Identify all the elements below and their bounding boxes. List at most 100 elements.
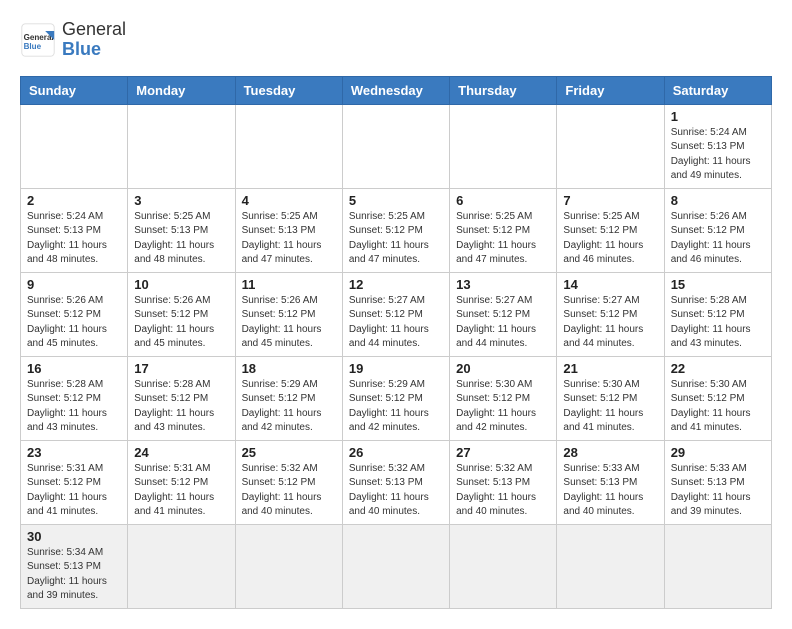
day-number: 16 (27, 361, 121, 376)
week-row-2: 2Sunrise: 5:24 AMSunset: 5:13 PMDaylight… (21, 188, 772, 272)
week-row-1: 1 Sunrise: 5:24 AMSunset: 5:13 PMDaylight… (21, 104, 772, 188)
weekday-header-monday: Monday (128, 76, 235, 104)
day-number: 24 (134, 445, 228, 460)
day-number: 12 (349, 277, 443, 292)
calendar-cell: 18 Sunrise: 5:29 AMSunset: 5:12 PMDayligh… (235, 356, 342, 440)
day-number: 30 (27, 529, 121, 544)
calendar-cell: 24 Sunrise: 5:31 AMSunset: 5:12 PMDayligh… (128, 440, 235, 524)
day-number: 22 (671, 361, 765, 376)
day-info: Sunrise: 5:28 AMSunset: 5:12 PMDaylight:… (134, 378, 228, 436)
calendar-cell: 26 Sunrise: 5:32 AMSunset: 5:13 PMDayligh… (342, 440, 449, 524)
calendar-cell (450, 524, 557, 608)
day-info: Sunrise: 5:33 AMSunset: 5:13 PMDaylight:… (671, 462, 765, 520)
day-info: Sunrise: 5:33 AMSunset: 5:13 PMDaylight:… (563, 462, 657, 520)
calendar-cell: 21Sunrise: 5:30 AMSunset: 5:12 PMDayligh… (557, 356, 664, 440)
calendar-cell: 5Sunrise: 5:25 AMSunset: 5:12 PMDaylight… (342, 188, 449, 272)
calendar-cell (235, 524, 342, 608)
weekday-header-tuesday: Tuesday (235, 76, 342, 104)
day-info: Sunrise: 5:24 AMSunset: 5:13 PMDaylight:… (671, 126, 765, 184)
day-number: 18 (242, 361, 336, 376)
svg-text:Blue: Blue (24, 42, 42, 51)
day-number: 20 (456, 361, 550, 376)
calendar-cell: 1 Sunrise: 5:24 AMSunset: 5:13 PMDaylight… (664, 104, 771, 188)
calendar-cell (664, 524, 771, 608)
day-number: 28 (563, 445, 657, 460)
day-info: Sunrise: 5:26 AMSunset: 5:12 PMDaylight:… (242, 294, 336, 352)
weekday-header-sunday: Sunday (21, 76, 128, 104)
day-info: Sunrise: 5:30 AMSunset: 5:12 PMDaylight:… (456, 378, 550, 436)
day-info: Sunrise: 5:26 AMSunset: 5:12 PMDaylight:… (671, 210, 765, 268)
calendar-cell: 7 Sunrise: 5:25 AMSunset: 5:12 PMDaylight… (557, 188, 664, 272)
day-info: Sunrise: 5:31 AMSunset: 5:12 PMDaylight:… (27, 462, 121, 520)
calendar-cell: 9Sunrise: 5:26 AMSunset: 5:12 PMDaylight… (21, 272, 128, 356)
calendar-cell: 11 Sunrise: 5:26 AMSunset: 5:12 PMDayligh… (235, 272, 342, 356)
logo-icon: General Blue (20, 22, 56, 58)
day-info: Sunrise: 5:32 AMSunset: 5:13 PMDaylight:… (349, 462, 443, 520)
day-info: Sunrise: 5:30 AMSunset: 5:12 PMDaylight:… (671, 378, 765, 436)
calendar-cell (235, 104, 342, 188)
week-row-4: 16 Sunrise: 5:28 AMSunset: 5:12 PMDayligh… (21, 356, 772, 440)
calendar-cell: 25 Sunrise: 5:32 AMSunset: 5:12 PMDayligh… (235, 440, 342, 524)
day-info: Sunrise: 5:29 AMSunset: 5:12 PMDaylight:… (349, 378, 443, 436)
calendar-cell (21, 104, 128, 188)
calendar-cell: 23 Sunrise: 5:31 AMSunset: 5:12 PMDayligh… (21, 440, 128, 524)
week-row-6: 30Sunrise: 5:34 AMSunset: 5:13 PMDayligh… (21, 524, 772, 608)
calendar-cell: 10 Sunrise: 5:26 AMSunset: 5:12 PMDayligh… (128, 272, 235, 356)
day-info: Sunrise: 5:31 AMSunset: 5:12 PMDaylight:… (134, 462, 228, 520)
calendar-cell: 12 Sunrise: 5:27 AMSunset: 5:12 PMDayligh… (342, 272, 449, 356)
day-number: 3 (134, 193, 228, 208)
day-number: 17 (134, 361, 228, 376)
calendar-cell: 17 Sunrise: 5:28 AMSunset: 5:12 PMDayligh… (128, 356, 235, 440)
page-header: General Blue General Blue (20, 20, 772, 60)
day-info: Sunrise: 5:26 AMSunset: 5:12 PMDaylight:… (134, 294, 228, 352)
day-number: 10 (134, 277, 228, 292)
calendar-cell (450, 104, 557, 188)
day-info: Sunrise: 5:25 AMSunset: 5:12 PMDaylight:… (563, 210, 657, 268)
calendar-cell: 28 Sunrise: 5:33 AMSunset: 5:13 PMDayligh… (557, 440, 664, 524)
calendar-cell: 29 Sunrise: 5:33 AMSunset: 5:13 PMDayligh… (664, 440, 771, 524)
day-number: 21 (563, 361, 657, 376)
day-number: 26 (349, 445, 443, 460)
calendar-cell: 6Sunrise: 5:25 AMSunset: 5:12 PMDaylight… (450, 188, 557, 272)
day-info: Sunrise: 5:28 AMSunset: 5:12 PMDaylight:… (671, 294, 765, 352)
logo-general: General (62, 19, 126, 39)
day-info: Sunrise: 5:32 AMSunset: 5:12 PMDaylight:… (242, 462, 336, 520)
calendar-cell: 13Sunrise: 5:27 AMSunset: 5:12 PMDayligh… (450, 272, 557, 356)
day-info: Sunrise: 5:25 AMSunset: 5:13 PMDaylight:… (242, 210, 336, 268)
day-info: Sunrise: 5:28 AMSunset: 5:12 PMDaylight:… (27, 378, 121, 436)
week-row-3: 9 Sunrise: 5:26 AMSunset: 5:12 PMDaylight… (21, 272, 772, 356)
day-number: 13 (456, 277, 550, 292)
logo-blue: Blue (62, 39, 101, 59)
day-number: 5 (349, 193, 443, 208)
day-number: 1 (671, 109, 765, 124)
day-info: Sunrise: 5:32 AMSunset: 5:13 PMDaylight:… (456, 462, 550, 520)
day-number: 27 (456, 445, 550, 460)
weekday-header-wednesday: Wednesday (342, 76, 449, 104)
day-info: Sunrise: 5:29 AMSunset: 5:12 PMDaylight:… (242, 378, 336, 436)
calendar-cell: 2Sunrise: 5:24 AMSunset: 5:13 PMDaylight… (21, 188, 128, 272)
day-number: 7 (563, 193, 657, 208)
calendar-cell: 20 Sunrise: 5:30 AMSunset: 5:12 PMDayligh… (450, 356, 557, 440)
day-info: Sunrise: 5:27 AMSunset: 5:12 PMDaylight:… (349, 294, 443, 352)
day-info: Sunrise: 5:25 AMSunset: 5:13 PMDaylight:… (134, 210, 228, 268)
calendar-cell: 19Sunrise: 5:29 AMSunset: 5:12 PMDayligh… (342, 356, 449, 440)
day-number: 15 (671, 277, 765, 292)
day-number: 25 (242, 445, 336, 460)
calendar-cell: 3 Sunrise: 5:25 AMSunset: 5:13 PMDaylight… (128, 188, 235, 272)
day-number: 9 (27, 277, 121, 292)
weekday-header-friday: Friday (557, 76, 664, 104)
calendar-cell: 14Sunrise: 5:27 AMSunset: 5:12 PMDayligh… (557, 272, 664, 356)
day-number: 23 (27, 445, 121, 460)
calendar-cell (342, 524, 449, 608)
calendar-cell: 8 Sunrise: 5:26 AMSunset: 5:12 PMDaylight… (664, 188, 771, 272)
calendar-cell: 4 Sunrise: 5:25 AMSunset: 5:13 PMDaylight… (235, 188, 342, 272)
calendar-cell (128, 104, 235, 188)
week-row-5: 23 Sunrise: 5:31 AMSunset: 5:12 PMDayligh… (21, 440, 772, 524)
day-number: 29 (671, 445, 765, 460)
day-number: 4 (242, 193, 336, 208)
calendar-cell: 30Sunrise: 5:34 AMSunset: 5:13 PMDayligh… (21, 524, 128, 608)
day-number: 11 (242, 277, 336, 292)
day-number: 8 (671, 193, 765, 208)
calendar-cell: 16 Sunrise: 5:28 AMSunset: 5:12 PMDayligh… (21, 356, 128, 440)
weekday-header-row: SundayMondayTuesdayWednesdayThursdayFrid… (21, 76, 772, 104)
